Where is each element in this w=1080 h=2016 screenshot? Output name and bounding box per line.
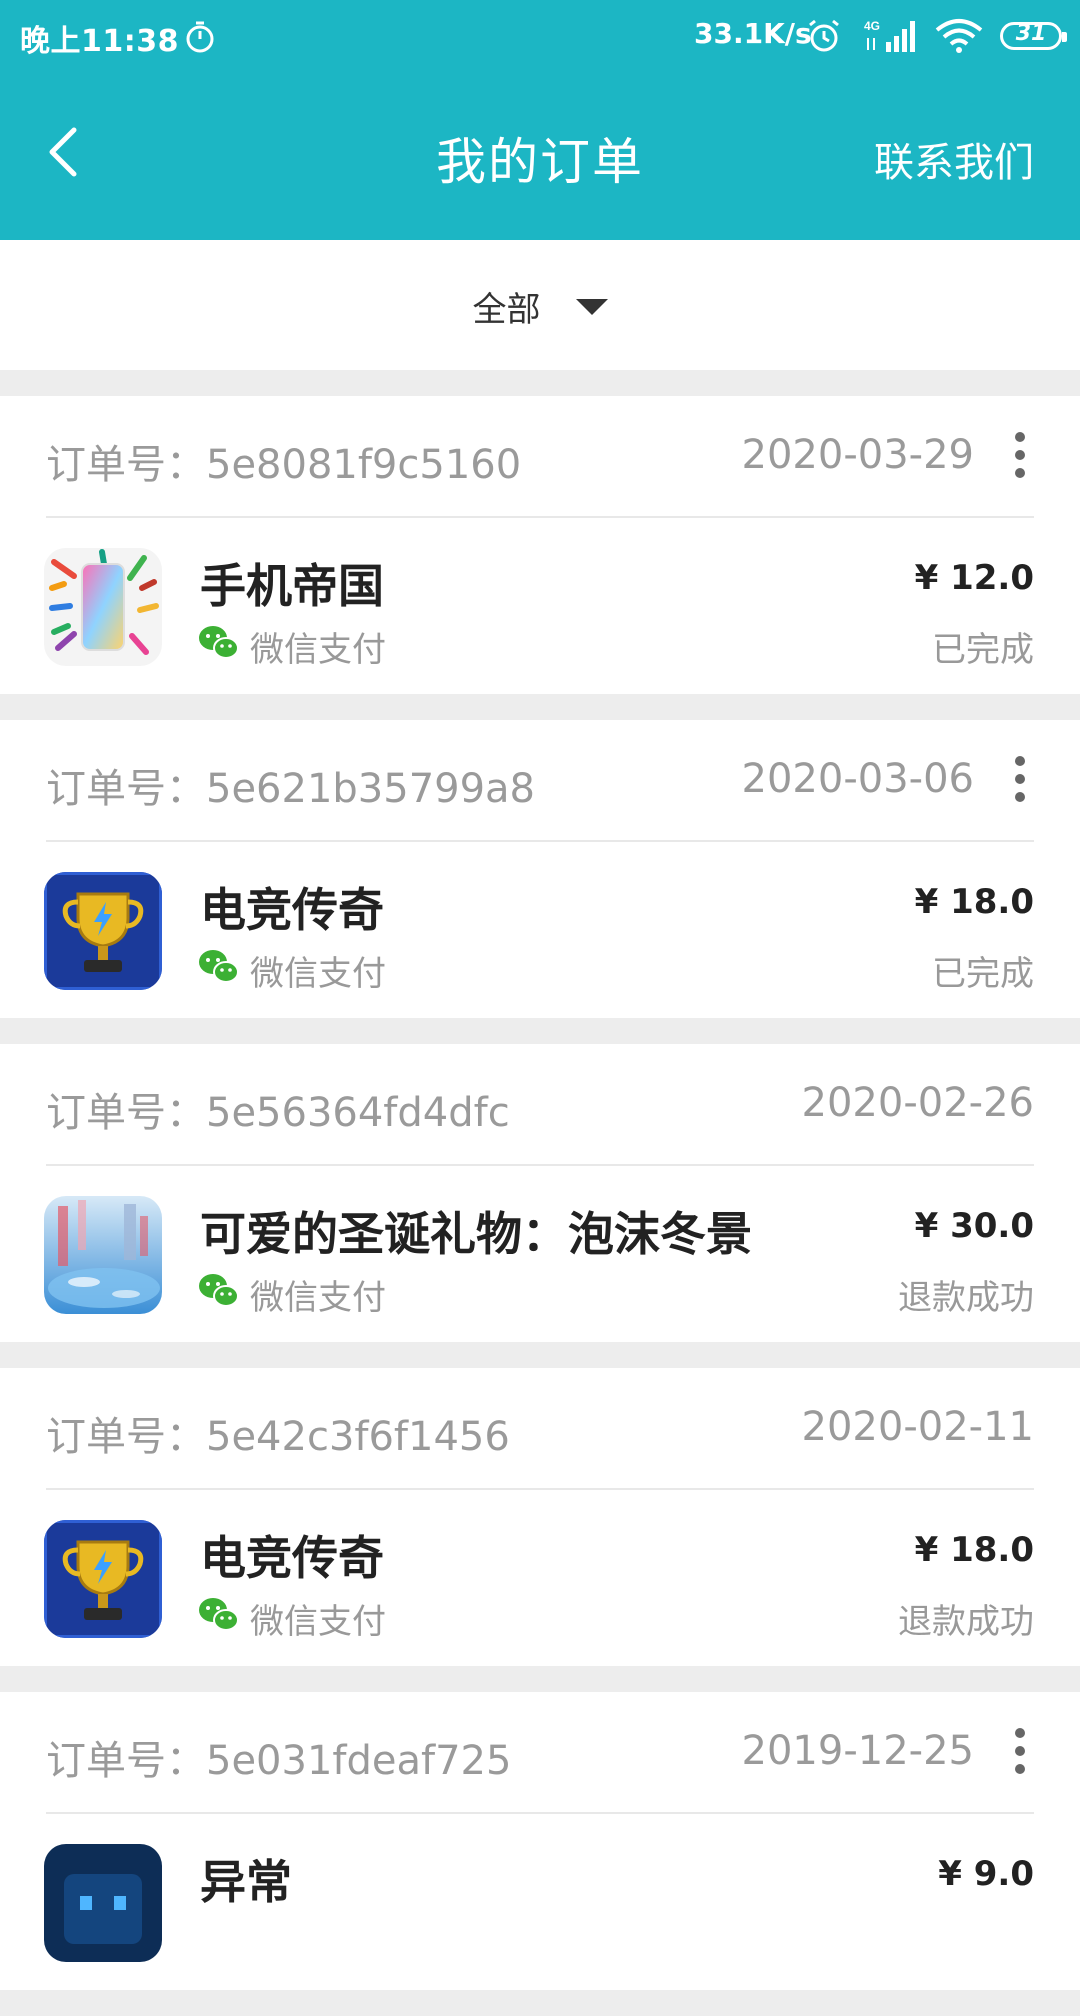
more-options-icon[interactable] [1012,756,1028,802]
top-bar: 晚上11:38 33.1K/s 4G 31 我的订单 联系我们 [0,0,1080,240]
network-type: 4G [864,19,880,33]
more-options-icon[interactable] [1012,432,1028,478]
wechat-pay-icon [199,626,239,659]
order-card[interactable]: 订单号：5e621b35799a8 2020-03-06 电竞传奇 微信支付 ¥… [0,720,1080,1018]
trophy-app-icon [44,1520,162,1638]
order-header: 订单号：5e8081f9c5160 2020-03-29 [46,396,1034,518]
status-bar: 晚上11:38 33.1K/s 4G 31 [0,0,1080,72]
wechat-pay-icon [199,1274,239,1307]
payment-method-label: 微信支付 [250,630,386,670]
order-list: 订单号：5e8081f9c5160 2020-03-29 手机帝国 微信支付 ¥… [0,396,1080,2016]
filter-dropdown[interactable]: 全部 [0,282,1080,331]
order-header: 订单号：5e42c3f6f1456 2020-02-11 [46,1368,1034,1490]
alarm-icon [809,19,839,52]
contact-us-button[interactable]: 联系我们 [874,130,1034,188]
product-name: 电竞传奇 [200,883,384,937]
battery-indicator: 31 [1000,21,1067,50]
order-number: 订单号：5e56364fd4dfc [46,1090,510,1136]
order-number: 订单号：5e8081f9c5160 [46,442,522,488]
header: 我的订单 联系我们 [0,72,1080,240]
winter-scene-app-icon [44,1196,162,1314]
order-price: ¥ 18.0 [914,1530,1034,1570]
product-name: 手机帝国 [200,559,384,613]
order-status: 退款成功 [898,1278,1034,1318]
wechat-pay-icon [199,1598,239,1631]
order-date: 2020-03-29 [741,432,974,478]
order-header: 订单号：5e031fdeaf725 2019-12-25 [46,1692,1034,1814]
product-name: 异常 [200,1855,292,1909]
payment-method-label: 微信支付 [250,1602,386,1642]
order-header: 订单号：5e56364fd4dfc 2020-02-26 [46,1044,1034,1166]
order-header: 订单号：5e621b35799a8 2020-03-06 [46,720,1034,842]
order-status: 已完成 [932,630,1034,670]
cell-signal-icon: 4G [864,19,915,52]
stopwatch-icon [186,21,214,53]
payment-method-label: 微信支付 [250,954,386,994]
wifi-icon [935,19,983,53]
trophy-app-icon [44,872,162,990]
order-number: 订单号：5e031fdeaf725 [46,1738,512,1784]
order-status: 已完成 [932,954,1034,994]
order-number: 订单号：5e42c3f6f1456 [46,1414,510,1460]
product-name: 可爱的圣诞礼物：泡沫冬景 [200,1207,752,1261]
order-status: 退款成功 [898,1602,1034,1642]
network-speed: 33.1K/s [694,17,812,50]
order-number: 订单号：5e621b35799a8 [46,766,536,812]
order-price: ¥ 30.0 [914,1206,1034,1246]
order-price: ¥ 12.0 [914,558,1034,598]
order-card[interactable]: 订单号：5e031fdeaf725 2019-12-25 异常 ¥ 9.0 [0,1692,1080,1990]
order-card[interactable]: 订单号：5e56364fd4dfc 2020-02-26 可爱的圣诞礼物：泡沫冬… [0,1044,1080,1342]
more-options-icon[interactable] [1012,1728,1028,1774]
battery-level: 31 [1015,21,1047,46]
order-filter-bar: 全部 [0,240,1080,370]
payment-method-label: 微信支付 [250,1278,386,1318]
order-date: 2020-03-06 [741,756,974,802]
order-price: ¥ 18.0 [914,882,1034,922]
robot-app-icon [44,1844,162,1962]
order-date: 2020-02-11 [801,1404,1034,1450]
status-time: 晚上11:38 [20,24,179,59]
order-date: 2019-12-25 [741,1728,974,1774]
phone-empire-app-icon [44,548,162,666]
filter-selected-label: 全部 [472,290,541,330]
order-date: 2020-02-26 [801,1080,1034,1126]
order-card[interactable]: 订单号：5e8081f9c5160 2020-03-29 手机帝国 微信支付 ¥… [0,396,1080,694]
wechat-pay-icon [199,950,239,983]
order-price: ¥ 9.0 [938,1854,1034,1894]
dropdown-triangle-icon [575,298,608,315]
order-card[interactable]: 订单号：5e42c3f6f1456 2020-02-11 电竞传奇 微信支付 ¥… [0,1368,1080,1666]
product-name: 电竞传奇 [200,1531,384,1585]
